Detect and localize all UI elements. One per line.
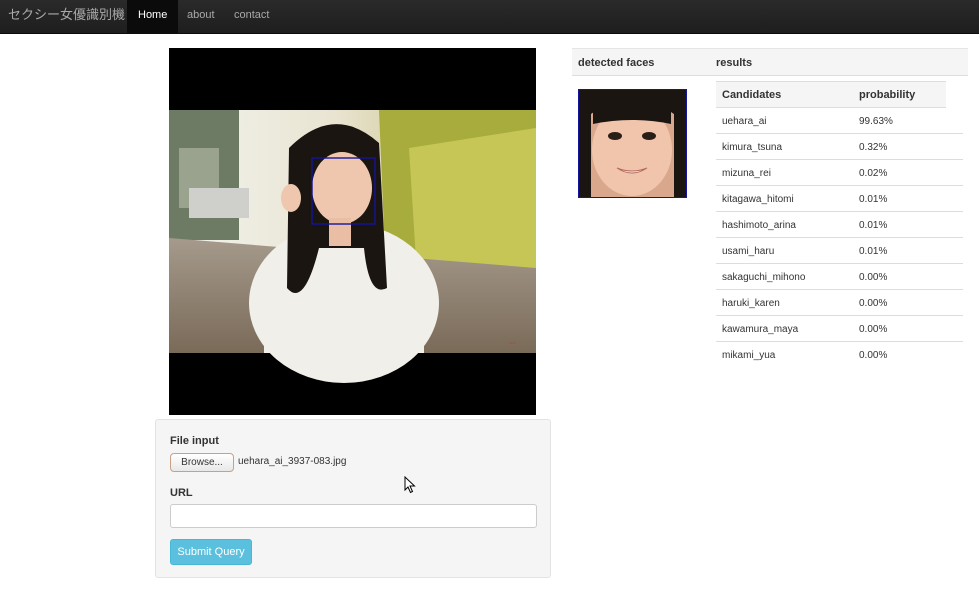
candidate-name: hashimoto_arina (722, 220, 796, 231)
probability-column-header: probability (859, 89, 916, 101)
table-row: mikami_yua 0.00% (716, 342, 963, 367)
table-row: mizuna_rei 0.02% (716, 160, 963, 186)
url-label: URL (170, 487, 193, 499)
candidate-probability: 0.00% (859, 324, 888, 335)
table-row: uehara_ai 99.63% (716, 108, 963, 134)
candidates-column-header: Candidates (722, 89, 782, 101)
candidate-probability: 0.32% (859, 142, 888, 153)
candidate-name: kitagawa_hitomi (722, 194, 794, 205)
table-row: usami_haru 0.01% (716, 238, 963, 264)
table-row: hashimoto_arina 0.01% (716, 212, 963, 238)
candidate-name: mikami_yua (722, 350, 776, 361)
candidate-probability: 0.00% (859, 298, 888, 309)
detected-face-thumbnail (578, 89, 687, 198)
candidate-name: haruki_karen (722, 298, 780, 309)
results-header: detected faces results (572, 48, 968, 76)
candidate-name: sakaguchi_mihono (722, 272, 806, 283)
url-input[interactable] (170, 504, 537, 528)
candidates-table-header: Candidates probability (716, 81, 946, 108)
results-column-header: results (716, 57, 753, 69)
candidate-name: kawamura_maya (722, 324, 799, 335)
table-row: kawamura_maya 0.00% (716, 316, 963, 342)
candidate-probability: 0.01% (859, 220, 888, 231)
candidate-probability: 0.02% (859, 168, 888, 179)
browse-button[interactable]: Browse... (170, 453, 234, 472)
candidate-name: kimura_tsuna (722, 142, 783, 153)
selected-file-name: uehara_ai_3937-083.jpg (238, 456, 347, 467)
svg-text:~~: ~~ (509, 341, 517, 347)
candidate-name: mizuna_rei (722, 168, 771, 179)
mouse-cursor-icon (404, 475, 416, 497)
candidate-probability: 0.01% (859, 246, 888, 257)
brand-title[interactable]: セクシー女優識別機 (8, 0, 125, 33)
table-row: haruki_karen 0.00% (716, 290, 963, 316)
detected-faces-header: detected faces (578, 57, 655, 69)
candidate-probability: 0.00% (859, 350, 888, 361)
submit-query-button[interactable]: Submit Query (170, 539, 252, 565)
candidate-probability: 0.01% (859, 194, 888, 205)
table-row: kimura_tsuna 0.32% (716, 134, 963, 160)
file-input-label: File input (170, 435, 219, 447)
candidate-name: usami_haru (722, 246, 775, 257)
candidate-probability: 99.63% (859, 116, 893, 127)
nav-about[interactable]: about (176, 0, 226, 33)
navbar: セクシー女優識別機 Home about contact (0, 0, 979, 34)
candidate-name: uehara_ai (722, 116, 767, 127)
candidates-table: Candidates probability uehara_ai 99.63% … (716, 81, 963, 367)
nav-home[interactable]: Home (127, 0, 179, 33)
table-row: sakaguchi_mihono 0.00% (716, 264, 963, 290)
nav-contact[interactable]: contact (223, 0, 280, 33)
candidate-probability: 0.00% (859, 272, 888, 283)
table-row: kitagawa_hitomi 0.01% (716, 186, 963, 212)
uploaded-photo: ~~ (169, 48, 536, 415)
upload-form: File input Browse... uehara_ai_3937-083.… (155, 419, 551, 578)
